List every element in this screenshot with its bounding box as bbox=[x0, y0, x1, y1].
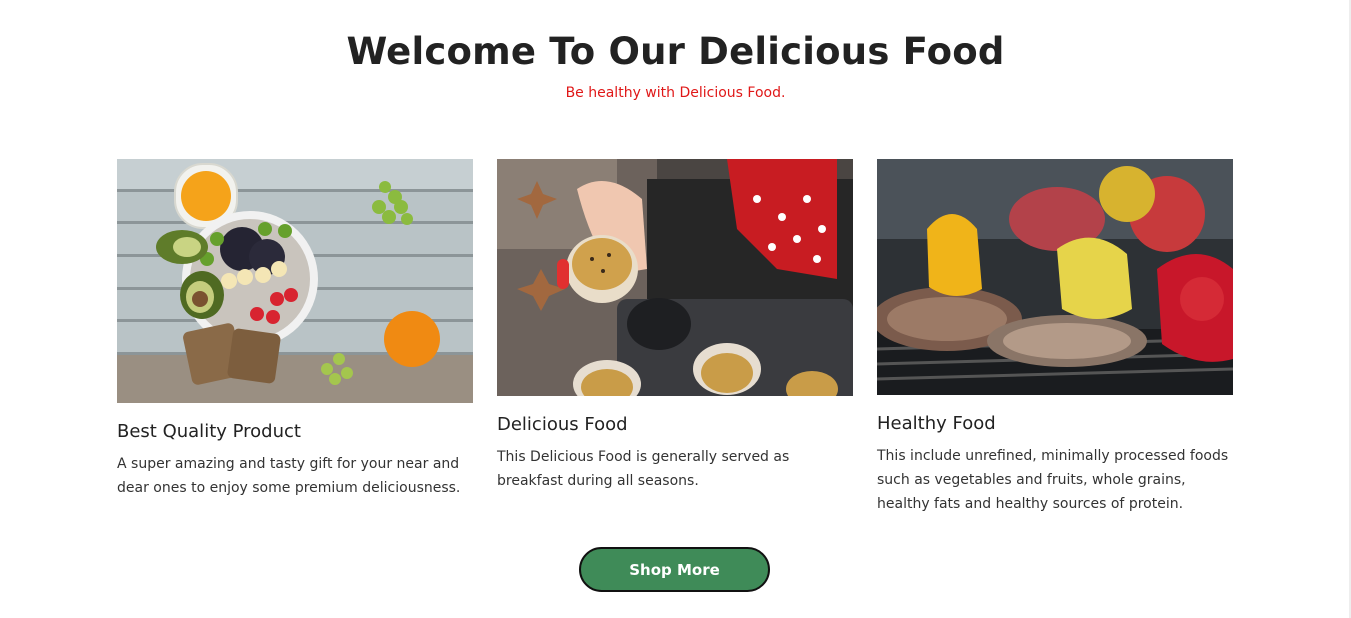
product-card-2: Delicious Food This Delicious Food is ge… bbox=[497, 159, 853, 493]
card-title: Delicious Food bbox=[497, 414, 628, 435]
card-description: A super amazing and tasty gift for your … bbox=[117, 456, 461, 496]
product-card-1: Best Quality Product A super amazing and… bbox=[117, 159, 473, 500]
page-title: Welcome To Our Delicious Food bbox=[346, 30, 1005, 73]
card-title: Healthy Food bbox=[877, 413, 996, 434]
card-description: This include unrefined, minimally proces… bbox=[877, 448, 1229, 512]
muffin-baking-image bbox=[497, 159, 853, 396]
card-title: Best Quality Product bbox=[117, 421, 301, 442]
grilled-food-image bbox=[877, 159, 1233, 395]
page: Welcome To Our Delicious Food Be healthy… bbox=[0, 0, 1351, 618]
card-description: This Delicious Food is generally served … bbox=[497, 449, 790, 489]
product-card-3: Healthy Food This include unrefined, min… bbox=[877, 159, 1233, 516]
shop-more-button[interactable]: Shop More bbox=[579, 547, 770, 592]
breakfast-bowl-image bbox=[117, 159, 473, 403]
page-subtitle: Be healthy with Delicious Food. bbox=[565, 85, 786, 101]
